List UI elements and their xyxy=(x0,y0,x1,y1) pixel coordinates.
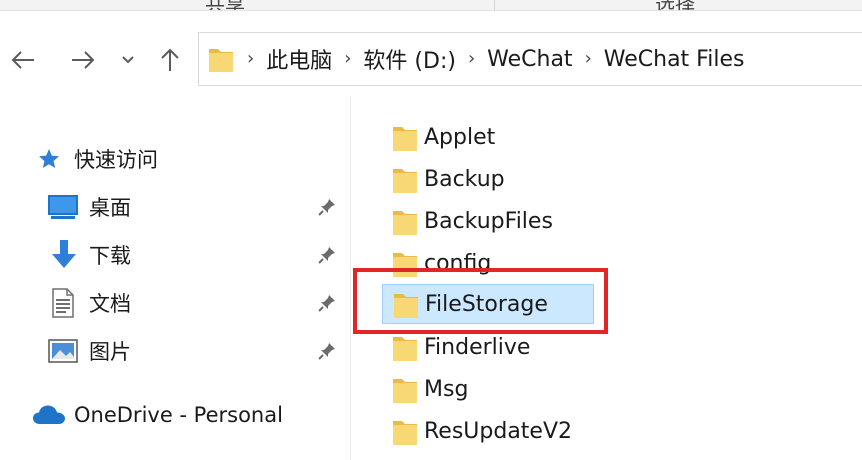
arrow-right-icon xyxy=(72,51,95,69)
navigation-pane: 快速访问 桌面 下载 文档 图片 OneDrive - Personal xyxy=(0,96,350,460)
sidebar-item-label: 文档 xyxy=(89,292,131,316)
sidebar-item-desktop[interactable]: 桌面 xyxy=(0,187,350,227)
ribbon-tab-share[interactable]: 共享 xyxy=(205,0,245,10)
folder-icon xyxy=(209,49,233,72)
file-name: BackupFiles xyxy=(424,208,553,234)
address-bar[interactable]: › 此电脑 › 软件 (D:) › WeChat › WeChat Files xyxy=(198,32,862,86)
sidebar-item-label: 图片 xyxy=(89,340,131,364)
back-button[interactable] xyxy=(6,42,40,78)
ribbon-divider xyxy=(494,0,495,10)
file-explorer-window: 共享 选择 › 此电脑 › 软件 (D:) › WeChat › xyxy=(0,0,862,460)
file-name: Msg xyxy=(424,376,469,402)
sidebar-item-label: 快速访问 xyxy=(74,148,158,172)
breadcrumb-wechat[interactable]: WeChat xyxy=(487,47,572,72)
list-item[interactable]: BackupFiles xyxy=(382,201,594,241)
recent-locations-button[interactable] xyxy=(118,42,138,78)
pin-icon[interactable] xyxy=(317,197,337,217)
up-button[interactable] xyxy=(154,42,186,78)
download-icon xyxy=(49,239,79,271)
folder-icon xyxy=(393,337,417,361)
folder-icon xyxy=(393,421,417,445)
list-item[interactable]: Msg xyxy=(382,369,594,409)
list-item[interactable]: Backup xyxy=(382,159,594,199)
ribbon-tab-select[interactable]: 选择 xyxy=(655,0,695,10)
folder-icon xyxy=(393,127,417,151)
arrow-left-icon xyxy=(11,51,34,69)
sidebar-item-documents[interactable]: 文档 xyxy=(0,283,350,323)
chevron-down-icon xyxy=(122,56,134,64)
desktop-icon xyxy=(47,193,79,221)
sidebar-item-quick-access[interactable]: 快速访问 xyxy=(0,139,350,179)
pin-icon[interactable] xyxy=(317,341,337,361)
pictures-icon xyxy=(48,338,78,364)
pin-icon[interactable] xyxy=(317,245,337,265)
chevron-right-icon[interactable]: › xyxy=(468,50,475,68)
chevron-right-icon[interactable]: › xyxy=(585,50,592,68)
file-name: Applet xyxy=(424,124,496,150)
pane-splitter[interactable] xyxy=(350,96,351,460)
breadcrumb-drive-d[interactable]: 软件 (D:) xyxy=(363,43,456,75)
list-item[interactable]: ResUpdateV2 xyxy=(382,411,594,451)
breadcrumb-this-pc[interactable]: 此电脑 xyxy=(266,43,332,75)
arrow-up-icon xyxy=(161,48,179,71)
file-name: Backup xyxy=(424,166,505,192)
breadcrumb-wechat-files[interactable]: WeChat Files xyxy=(604,47,745,72)
folder-icon xyxy=(393,169,417,193)
folder-icon xyxy=(393,379,417,403)
document-icon xyxy=(50,288,76,318)
sidebar-item-onedrive[interactable]: OneDrive - Personal xyxy=(0,395,350,435)
list-item[interactable]: Applet xyxy=(382,117,594,157)
ribbon-strip: 共享 选择 xyxy=(0,0,862,11)
forward-button[interactable] xyxy=(66,42,100,78)
sidebar-item-label: OneDrive - Personal xyxy=(74,403,283,427)
sidebar-item-pictures[interactable]: 图片 xyxy=(0,331,350,371)
star-icon xyxy=(36,146,62,172)
annotation-highlight-box xyxy=(353,268,608,334)
pin-icon[interactable] xyxy=(317,293,337,313)
folder-icon xyxy=(393,211,417,235)
sidebar-item-downloads[interactable]: 下载 xyxy=(0,235,350,275)
sidebar-item-label: 桌面 xyxy=(89,196,131,220)
file-name: Finderlive xyxy=(424,334,531,360)
sidebar-item-label: 下载 xyxy=(89,244,131,268)
chevron-right-icon[interactable]: › xyxy=(344,50,351,68)
chevron-right-icon[interactable]: › xyxy=(247,50,254,68)
cloud-icon xyxy=(32,403,66,427)
file-name: ResUpdateV2 xyxy=(424,418,573,444)
